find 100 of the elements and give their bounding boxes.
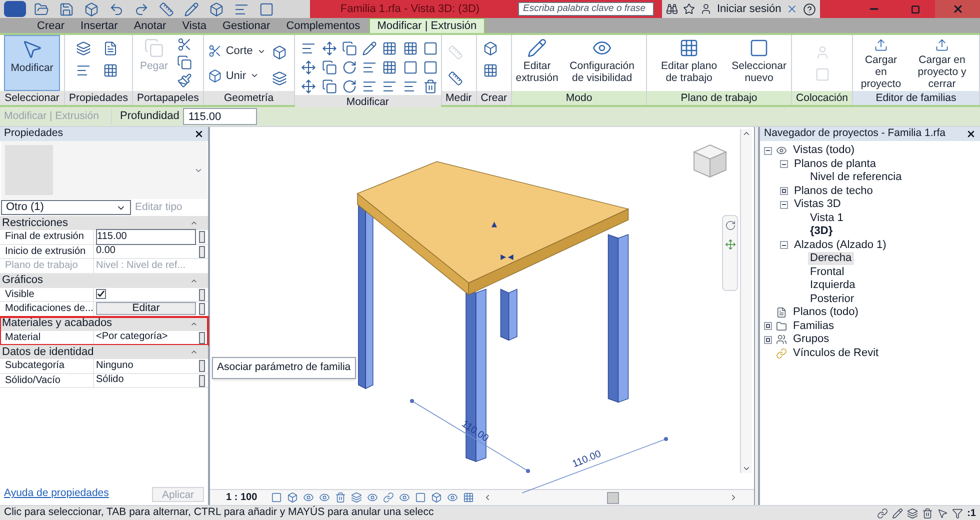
tree-item[interactable]: Posterior (808, 292, 856, 306)
scroll-down-icon[interactable] (742, 464, 751, 473)
ribbon-tool-button[interactable]: Cargar en proyecto y cerrar (909, 35, 975, 91)
close-button[interactable] (966, 129, 976, 139)
ribbon-tool-button[interactable]: Editar extrusión (516, 35, 558, 91)
view-control-icon (287, 492, 298, 503)
ribbon-tool-button[interactable]: Modificar (4, 35, 60, 91)
depth-label: Profundidad (120, 109, 180, 124)
scroll-right-icon[interactable] (729, 493, 738, 502)
collapse-toggle[interactable] (780, 160, 788, 168)
scroll-left-icon[interactable] (483, 493, 492, 502)
ribbon-tool-button[interactable]: Cargar en proyecto (857, 35, 905, 91)
parameter-button[interactable] (199, 246, 205, 258)
panel-title: Portapapeles (132, 91, 203, 105)
property-value[interactable]: Ninguno (96, 358, 134, 373)
collapse-toggle[interactable] (780, 241, 788, 250)
tree-item[interactable]: {3D} (808, 225, 835, 238)
tool-icon (527, 38, 548, 58)
ribbon-tool-button[interactable]: Editar plano de trabajo (651, 35, 728, 91)
parameter-button[interactable] (199, 303, 205, 315)
tree-item[interactable]: Familias (791, 320, 836, 333)
ribbon-tab[interactable]: Gestionar (216, 18, 278, 33)
app-menu-icon[interactable] (4, 1, 26, 17)
tree-node-icon (776, 145, 787, 156)
tree-item[interactable]: Derecha (808, 252, 854, 266)
steering-wheel-icon (724, 220, 736, 231)
tree-item[interactable]: Vistas (todo) (791, 144, 857, 158)
collapse-toggle[interactable] (764, 146, 772, 155)
tree-item[interactable]: Vínculos de Revit (791, 346, 881, 360)
tree-item[interactable]: Vista 1 (808, 212, 846, 225)
type-selector-dropdown[interactable]: Otro (1) (1, 200, 131, 215)
expand-toggle[interactable] (764, 322, 772, 330)
parameter-button[interactable] (199, 332, 205, 344)
selection-option-icon (907, 508, 918, 518)
property-name: Final de extrusión (0, 230, 94, 244)
property-name: Plano de trabajo (0, 259, 94, 272)
panel-title: Navegador de proyectos - Familia 1.rfa (764, 126, 946, 142)
tree-item[interactable]: Planos de planta (792, 158, 878, 171)
parameter-button[interactable] (199, 288, 205, 300)
property-value[interactable]: 0.00 (96, 244, 116, 258)
property-name: Material (0, 330, 94, 344)
expand-toggle[interactable] (764, 336, 772, 344)
ribbon-tool-button[interactable]: Unir (208, 68, 266, 84)
ribbon-tab[interactable]: Anotar (126, 18, 174, 33)
collapse-icon (190, 348, 198, 356)
property-name: Visible (0, 288, 94, 301)
help-link[interactable]: Ayuda de propiedades (4, 486, 109, 502)
parameter-button[interactable] (199, 360, 205, 372)
ribbon-tab[interactable]: Crear (30, 18, 72, 33)
ribbon-tab[interactable]: Complementos (279, 18, 368, 33)
panel-title: Propiedades (65, 91, 132, 105)
ribbon-tool-button[interactable]: Corte (208, 43, 266, 60)
filter-icon (952, 508, 964, 518)
selection-option-icon (892, 508, 904, 518)
depth-field[interactable]: 115.00 (183, 108, 258, 125)
view-control-icon (383, 492, 394, 503)
tool-icon (208, 68, 222, 83)
tree-node-icon (776, 334, 787, 346)
tool-icon (21, 38, 43, 60)
tree-item[interactable]: Grupos (791, 333, 832, 346)
tree-item[interactable]: Vistas 3D (792, 198, 843, 212)
tree-item[interactable]: Planos de techo (792, 184, 875, 198)
property-name: Subcategoría (0, 359, 94, 372)
property-name: Sólido/Vacío (0, 374, 94, 387)
zoom-icon (724, 239, 736, 250)
checkbox[interactable] (96, 289, 106, 300)
parameter-button[interactable] (199, 374, 205, 386)
panel-title: Editor de familias (853, 91, 979, 105)
scroll-thumb[interactable] (607, 492, 619, 504)
expand-toggle[interactable] (780, 187, 788, 196)
edit-button[interactable]: Editar (96, 302, 196, 316)
ribbon-tab[interactable]: Insertar (74, 18, 125, 33)
ribbon-tool-button[interactable]: Seleccionar nuevo (731, 35, 788, 91)
ribbon-tool-button[interactable]: Configuración de visibilidad (562, 35, 642, 91)
scroll-up-icon[interactable] (742, 129, 751, 138)
tree-item[interactable]: Frontal (808, 266, 846, 279)
panel-title: Modo (512, 91, 646, 105)
binoculars-icon (666, 3, 678, 15)
ribbon-tab[interactable]: Modificar | Extrusión (369, 18, 485, 33)
collapse-toggle[interactable] (780, 200, 788, 209)
tree-item[interactable]: Alzados (Alzado 1) (792, 238, 888, 252)
view-control-icon (271, 492, 282, 503)
search-field[interactable]: Escriba palabra clave o frase (518, 2, 654, 16)
view-control-icon (415, 492, 426, 503)
tree-item[interactable]: Izquierda (808, 279, 858, 292)
tree-item[interactable]: Nivel de referencia (808, 171, 904, 184)
selection-option-icon (877, 508, 888, 518)
property-value[interactable]: <Por categoría> (96, 330, 168, 344)
parameter-button[interactable] (199, 231, 205, 243)
view-control-icon (399, 492, 410, 503)
tree-item[interactable]: Planos (todo) (791, 306, 860, 320)
filter-count: :1 (967, 506, 976, 520)
tree-node-icon (776, 307, 787, 318)
property-value[interactable]: Sólido (96, 373, 124, 388)
ribbon-tab[interactable]: Vista (175, 18, 214, 33)
property-value[interactable]: 115.00 (96, 228, 196, 245)
view-control-icon (463, 492, 474, 503)
view-scale[interactable]: 1 : 100 (226, 490, 266, 505)
view-control-icon (303, 492, 314, 503)
close-button[interactable] (194, 129, 204, 139)
